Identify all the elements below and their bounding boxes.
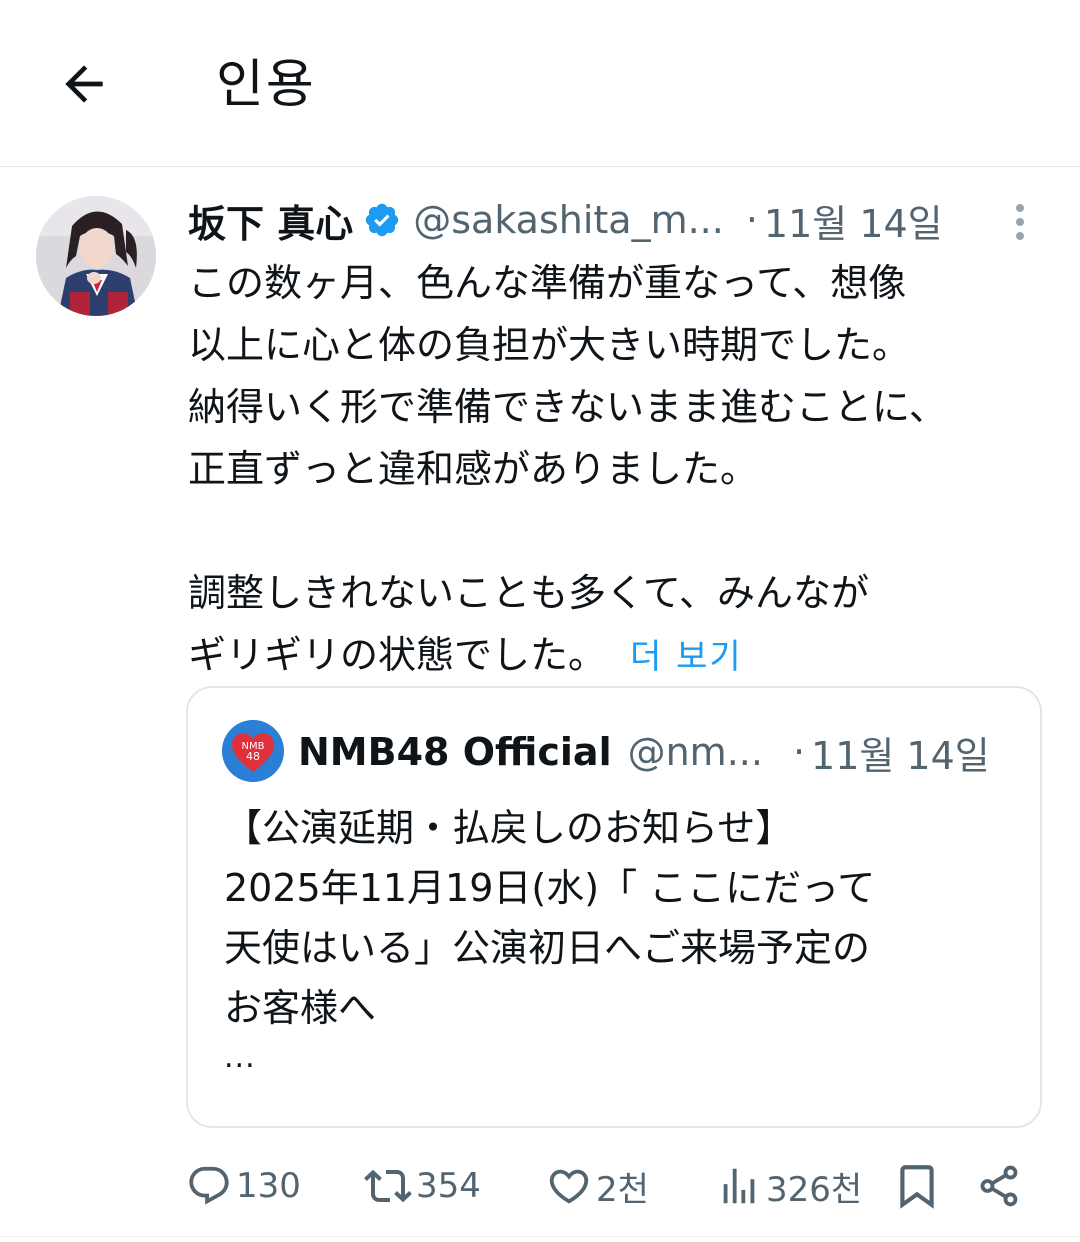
quoted-author-avatar[interactable]: NMB 48	[222, 720, 284, 782]
quoted-text-line: 2025年11月19日(水)「 ここにだって	[224, 866, 876, 910]
share-icon	[980, 1165, 1018, 1207]
heart-icon	[549, 1169, 589, 1204]
tweet-text-line: 以上に心と体の負担が大きい時期でした。	[188, 323, 911, 367]
tweet-text: この数ヶ月、色んな準備が重なって、想像 以上に心と体の負担が大きい時期でした。 …	[188, 252, 1048, 686]
bottom-divider	[0, 1236, 1080, 1237]
top-bar: 인용	[0, 0, 1080, 167]
tweet-text-line: この数ヶ月、色んな準備が重なって、想像	[188, 261, 907, 305]
more-dots-icon	[1016, 204, 1024, 212]
quoted-tweet-card[interactable]: NMB 48 NMB48 Official @nm... · 11월 14일 【…	[186, 686, 1042, 1128]
retweet-icon	[364, 1169, 412, 1203]
retweet-button[interactable]: 354	[364, 1156, 481, 1216]
reply-button[interactable]: 130	[186, 1156, 301, 1216]
like-count: 2천	[596, 1169, 649, 1210]
nmb48-logo-icon: NMB 48	[222, 720, 284, 782]
quoted-text-line: 天使はいる」公演初日へご来場予定の	[224, 926, 871, 970]
like-button[interactable]: 2천	[546, 1156, 649, 1216]
arrow-left-icon	[65, 65, 103, 103]
quoted-tweet-text: 【公演延期・払戻しのお知らせ】 2025年11月19日(水)「 ここにだって 天…	[224, 798, 1014, 1038]
views-button[interactable]: 326천	[716, 1156, 862, 1216]
reply-count: 130	[236, 1166, 301, 1206]
tweet-date[interactable]: 11월 14일	[764, 193, 943, 248]
quoted-author-handle[interactable]: @nm...	[628, 730, 763, 774]
bookmark-icon	[900, 1165, 934, 1209]
back-button[interactable]	[52, 52, 116, 116]
author-handle[interactable]: @sakashita_m...	[413, 198, 724, 242]
share-button[interactable]	[976, 1156, 1022, 1216]
bookmark-button[interactable]	[892, 1156, 942, 1216]
author-name[interactable]: 坂下 真心	[188, 193, 353, 248]
svg-text:48: 48	[246, 750, 260, 763]
author-avatar[interactable]	[36, 196, 156, 316]
tweet-header: 坂下 真心 @sakashita_m... · 11월 14일	[188, 192, 988, 248]
more-options-button[interactable]	[1000, 200, 1040, 244]
reply-icon	[189, 1166, 229, 1205]
quoted-text-ellipsis: ...	[224, 1040, 256, 1075]
quoted-text-line: 【公演延期・払戻しのお知らせ】	[224, 806, 794, 850]
separator-dot: ·	[745, 198, 758, 242]
quoted-author-name[interactable]: NMB48 Official	[298, 730, 612, 774]
quoted-text-line: お客様へ	[224, 986, 377, 1030]
retweet-count: 354	[416, 1166, 481, 1206]
views-count: 326천	[766, 1169, 863, 1210]
avatar-image	[36, 196, 156, 316]
tweet-text-line: 調整しきれないことも多くて、みんなが	[188, 571, 869, 615]
tweet-text-line-last: ギリギリの状態でした。 더 보기	[188, 624, 1048, 686]
show-more-link[interactable]: 더 보기	[630, 637, 743, 677]
quoted-tweet-header: NMB48 Official @nm... · 11월 14일	[298, 722, 1018, 782]
tweet-text-line: ギリギリの状態でした。	[188, 633, 607, 677]
tweet-text-line: 納得いく形で準備できないまま進むことに、	[188, 385, 947, 429]
separator-dot: ·	[792, 730, 806, 774]
verified-badge-icon	[366, 203, 399, 237]
tweet-text-line: 正直ずっと違和感がありました。	[188, 447, 759, 491]
tweet-action-bar: 130 354 2천 326천	[186, 1156, 1036, 1216]
page-title: 인용	[216, 55, 316, 115]
analytics-bars-icon	[723, 1168, 755, 1204]
quoted-tweet-date[interactable]: 11월 14일	[811, 725, 990, 780]
